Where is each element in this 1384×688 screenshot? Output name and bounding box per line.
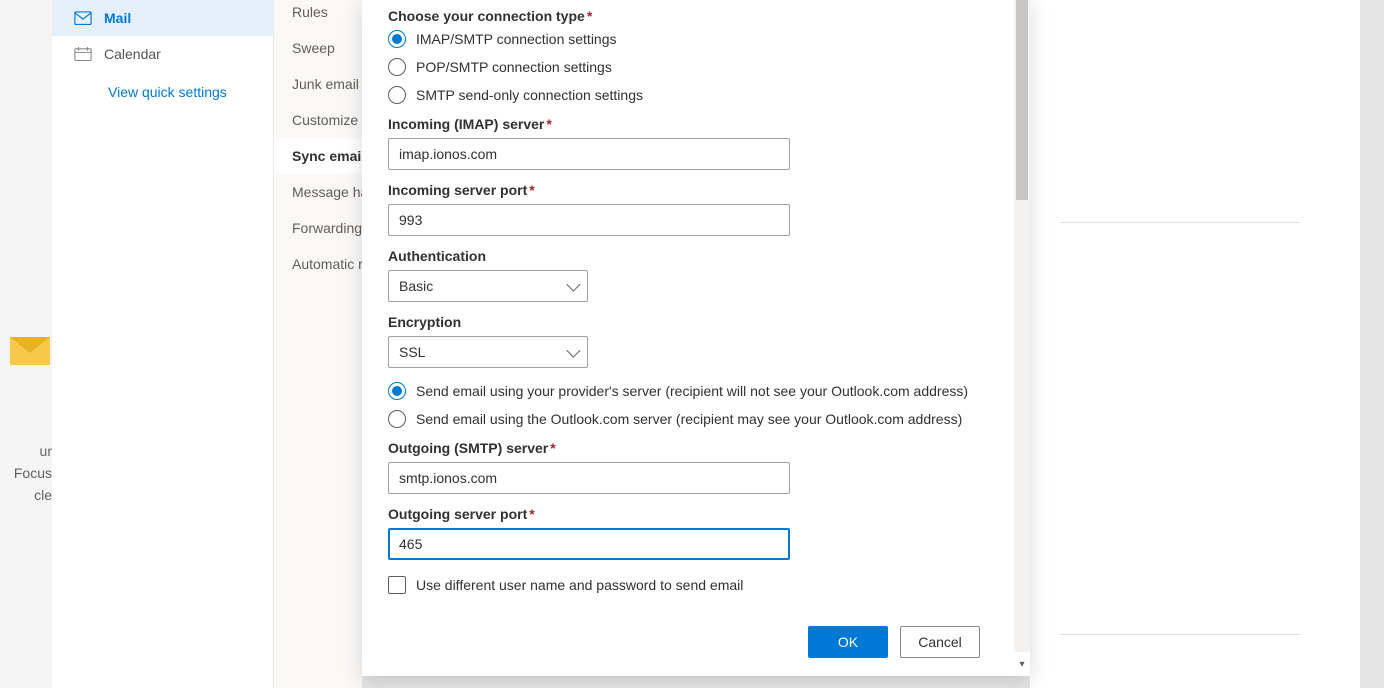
mail-subnav: Rules Sweep Junk email Customize a Sync … xyxy=(273,0,362,688)
radio-pop[interactable]: POP/SMTP connection settings xyxy=(388,58,988,76)
subnav-sync-label: Sync email xyxy=(292,148,365,164)
radio-icon xyxy=(388,30,406,48)
checkbox-diff-creds[interactable]: Use different user name and password to … xyxy=(388,576,988,594)
right-strip xyxy=(1330,0,1360,688)
subnav-automatic[interactable]: Automatic r xyxy=(274,246,362,282)
cancel-button[interactable]: Cancel xyxy=(900,626,980,658)
incoming-server-input[interactable] xyxy=(388,138,790,170)
chevron-down-icon xyxy=(566,278,580,292)
subnav-sweep-label: Sweep xyxy=(292,40,335,56)
subnav-junk-label: Junk email xyxy=(292,76,359,92)
connection-dialog: Choose your connection type* IMAP/SMTP c… xyxy=(362,0,1030,676)
incoming-server-text: Incoming (IMAP) server xyxy=(388,116,544,132)
settings-nav: Mail Calendar View quick settings xyxy=(52,0,273,688)
incoming-server-label: Incoming (IMAP) server* xyxy=(388,116,988,132)
radio-icon xyxy=(388,410,406,428)
incoming-port-text: Incoming server port xyxy=(388,182,527,198)
subnav-forwarding-label: Forwarding xyxy=(292,220,362,236)
subnav-rules-label: Rules xyxy=(292,4,328,20)
subnav-sweep[interactable]: Sweep xyxy=(274,30,362,66)
radio-send-provider-label: Send email using your provider's server … xyxy=(416,383,968,399)
scrollbar-thumb[interactable] xyxy=(1016,0,1028,200)
radio-imap[interactable]: IMAP/SMTP connection settings xyxy=(388,30,988,48)
required-asterisk: * xyxy=(529,506,534,522)
radio-icon xyxy=(388,86,406,104)
connection-form: Choose your connection type* IMAP/SMTP c… xyxy=(388,8,988,604)
authentication-label: Authentication xyxy=(388,248,988,264)
right-divider-2 xyxy=(1060,634,1300,635)
authentication-value: Basic xyxy=(399,278,433,294)
connection-type-label: Choose your connection type* xyxy=(388,8,988,24)
subnav-msg-label: Message ha xyxy=(292,184,368,200)
required-asterisk: * xyxy=(546,116,551,132)
subnav-junk[interactable]: Junk email xyxy=(274,66,362,102)
nav-quick-settings[interactable]: View quick settings xyxy=(52,72,273,112)
envelope-icon xyxy=(6,325,54,373)
nav-calendar-label: Calendar xyxy=(104,46,161,62)
radio-pop-label: POP/SMTP connection settings xyxy=(416,59,612,75)
connection-type-text: Choose your connection type xyxy=(388,8,585,24)
encryption-text: Encryption xyxy=(388,314,461,330)
outgoing-port-input[interactable] xyxy=(388,528,790,560)
scrollbar-down-icon[interactable]: ▾ xyxy=(1014,652,1030,676)
radio-send-outlook[interactable]: Send email using the Outlook.com server … xyxy=(388,410,988,428)
bg-focus-line1: ur Focus xyxy=(0,440,52,484)
radio-send-provider[interactable]: Send email using your provider's server … xyxy=(388,382,988,400)
checkbox-diff-creds-label: Use different user name and password to … xyxy=(416,577,743,593)
encryption-select[interactable]: SSL xyxy=(388,336,588,368)
dialog-scrollbar[interactable] xyxy=(1014,0,1030,652)
nav-quick-label: View quick settings xyxy=(108,84,227,100)
nav-mail[interactable]: Mail xyxy=(52,0,273,36)
subnav-sync-email[interactable]: Sync email xyxy=(274,138,362,174)
required-asterisk: * xyxy=(550,440,555,456)
calendar-icon xyxy=(74,47,92,61)
chevron-down-icon xyxy=(566,344,580,358)
radio-icon xyxy=(388,382,406,400)
subnav-customize[interactable]: Customize a xyxy=(274,102,362,138)
checkbox-icon xyxy=(388,576,406,594)
required-asterisk: * xyxy=(529,182,534,198)
outgoing-server-input[interactable] xyxy=(388,462,790,494)
subnav-customize-label: Customize a xyxy=(292,112,370,128)
radio-icon xyxy=(388,58,406,76)
nav-mail-label: Mail xyxy=(104,10,131,26)
dialog-buttons: OK Cancel xyxy=(808,626,980,658)
bg-focus-line2: cle xyxy=(0,484,52,506)
cancel-label: Cancel xyxy=(918,634,962,650)
encryption-label: Encryption xyxy=(388,314,988,330)
required-asterisk: * xyxy=(587,8,592,24)
subnav-rules[interactable]: Rules xyxy=(274,0,362,30)
right-divider-1 xyxy=(1060,222,1300,223)
ok-button[interactable]: OK xyxy=(808,626,888,658)
subnav-forwarding[interactable]: Forwarding xyxy=(274,210,362,246)
radio-imap-label: IMAP/SMTP connection settings xyxy=(416,31,617,47)
ok-label: OK xyxy=(838,634,858,650)
subnav-message-handling[interactable]: Message ha xyxy=(274,174,362,210)
nav-calendar[interactable]: Calendar xyxy=(52,36,273,72)
radio-send-outlook-label: Send email using the Outlook.com server … xyxy=(416,411,962,427)
authentication-select[interactable]: Basic xyxy=(388,270,588,302)
incoming-port-label: Incoming server port* xyxy=(388,182,988,198)
radio-smtp-only[interactable]: SMTP send-only connection settings xyxy=(388,86,988,104)
subnav-automatic-label: Automatic r xyxy=(292,256,363,272)
incoming-port-input[interactable] xyxy=(388,204,790,236)
outgoing-port-label: Outgoing server port* xyxy=(388,506,988,522)
radio-smtp-only-label: SMTP send-only connection settings xyxy=(416,87,643,103)
outgoing-server-label: Outgoing (SMTP) server* xyxy=(388,440,988,456)
mail-icon xyxy=(74,11,92,25)
bg-focus-text: ur Focus cle xyxy=(0,440,52,506)
outgoing-server-text: Outgoing (SMTP) server xyxy=(388,440,548,456)
right-panel xyxy=(1030,0,1330,688)
outgoing-port-text: Outgoing server port xyxy=(388,506,527,522)
authentication-text: Authentication xyxy=(388,248,486,264)
encryption-value: SSL xyxy=(399,344,425,360)
